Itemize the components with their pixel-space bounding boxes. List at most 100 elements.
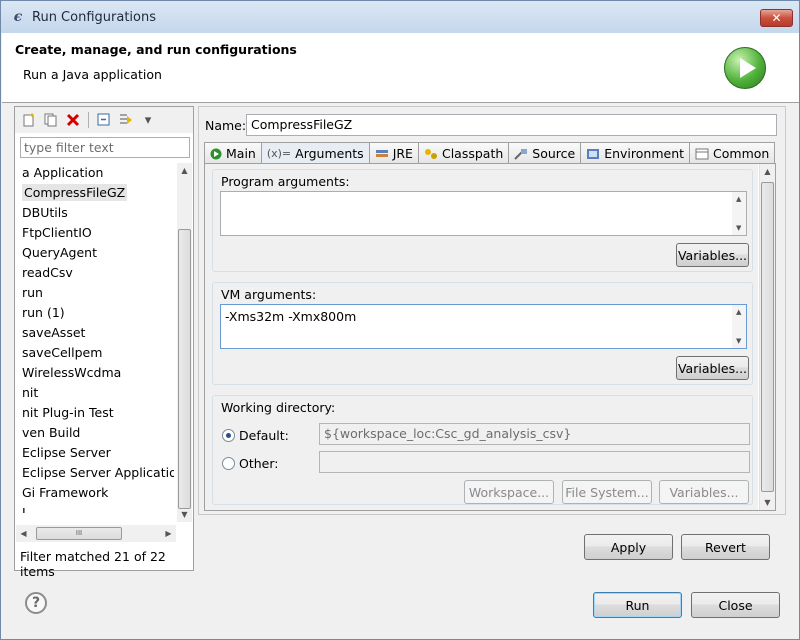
vm-variables-button[interactable]: Variables... xyxy=(676,356,749,380)
common-icon xyxy=(695,148,709,159)
duplicate-button[interactable] xyxy=(41,110,61,130)
tree-item[interactable]: Eclipse Server Application xyxy=(16,463,174,483)
arguments-scroll-area: Program arguments: ▲ ▼ Variables... VM ar… xyxy=(205,164,758,510)
environment-icon xyxy=(587,148,600,159)
banner-subtitle: Run a Java application xyxy=(23,67,162,82)
configuration-list-panel: ▾ a Application CompressFileGZ DBUtils F… xyxy=(14,106,194,579)
tree-item-selected[interactable]: CompressFileGZ xyxy=(16,183,174,203)
new-configuration-button[interactable] xyxy=(19,110,39,130)
scroll-down-icon[interactable]: ▼ xyxy=(177,507,192,522)
radio-unchecked-icon[interactable] xyxy=(222,457,235,470)
tree-item[interactable]: a Application xyxy=(16,163,174,183)
tree-item[interactable]: nit xyxy=(16,383,174,403)
toolbar-separator xyxy=(88,112,89,128)
run-icon xyxy=(724,47,766,89)
tree-item[interactable]: saveCellpem xyxy=(16,343,174,363)
scrollbar-thumb[interactable] xyxy=(178,229,191,509)
tab-source[interactable]: Source xyxy=(508,142,582,164)
arguments-vertical-scrollbar[interactable]: ▲ ▼ xyxy=(759,164,775,510)
tree-item[interactable]: Eclipse Server xyxy=(16,443,174,463)
tree-item[interactable]: DBUtils xyxy=(16,203,174,223)
dialog-banner: Create, manage, and run configurations R… xyxy=(2,33,799,103)
tree-item[interactable]: readCsv xyxy=(16,263,174,283)
tab-environment[interactable]: Environment xyxy=(580,142,691,164)
jre-icon xyxy=(375,149,388,157)
arguments-tab-content: Program arguments: ▲ ▼ Variables... VM ar… xyxy=(204,163,776,511)
tree-item[interactable]: run (1) xyxy=(16,303,174,323)
tree-item[interactable]: run xyxy=(16,283,174,303)
collapse-all-button[interactable] xyxy=(94,110,114,130)
tree-vertical-scrollbar[interactable]: ▲ ▼ xyxy=(177,163,192,522)
default-radio[interactable]: Default: xyxy=(222,428,289,443)
classpath-icon xyxy=(424,148,437,159)
textarea-scrollbar[interactable]: ▲ ▼ xyxy=(732,305,746,348)
workspace-button[interactable]: Workspace... xyxy=(464,480,554,504)
tree-item[interactable]: nit Plug-in Test xyxy=(16,403,174,423)
arguments-icon: (x)= xyxy=(266,147,292,160)
working-dir-variables-button[interactable]: Variables... xyxy=(659,480,749,504)
program-arguments-label: Program arguments: xyxy=(221,174,350,189)
tab-classpath[interactable]: Classpath xyxy=(417,142,510,164)
tree-item[interactable]: Gi Framework xyxy=(16,483,174,503)
other-radio[interactable]: Other: xyxy=(222,456,278,471)
tree-item[interactable]: saveAsset xyxy=(16,323,174,343)
source-icon xyxy=(514,148,528,160)
new-config-icon xyxy=(23,113,34,127)
help-icon[interactable]: ? xyxy=(25,592,47,614)
close-icon: ✕ xyxy=(771,11,782,25)
delete-icon xyxy=(66,113,80,127)
chevron-down-icon: ▾ xyxy=(144,112,152,128)
revert-button[interactable]: Revert xyxy=(681,534,770,560)
delete-button[interactable] xyxy=(63,110,83,130)
tree-item[interactable]: ven Build xyxy=(16,423,174,443)
tree-item[interactable]: QueryAgent xyxy=(16,243,174,263)
tab-arguments[interactable]: (x)= Arguments xyxy=(260,142,370,164)
scroll-down-icon[interactable]: ▼ xyxy=(760,495,775,510)
program-arguments-group: Program arguments: ▲ ▼ Variables... xyxy=(212,169,753,272)
scrollbar-thumb[interactable] xyxy=(761,182,774,492)
filter-input[interactable] xyxy=(20,137,190,158)
tab-main[interactable]: Main xyxy=(204,142,262,164)
tree-item[interactable]: L xyxy=(16,503,174,513)
tab-jre[interactable]: JRE xyxy=(368,142,419,164)
window-title: Run Configurations xyxy=(32,9,156,25)
tree-horizontal-scrollbar[interactable]: ◀ III ▶ xyxy=(16,525,176,542)
collapse-all-icon xyxy=(97,113,110,126)
filter-button[interactable] xyxy=(116,110,136,130)
filter-status: Filter matched 21 of 22 items xyxy=(20,549,166,579)
tree-item[interactable]: WirelessWcdma xyxy=(16,363,174,383)
configuration-editor: Name: CompressFileGZ Main (x)= Arguments… xyxy=(198,106,786,515)
banner-title: Create, manage, and run configurations xyxy=(15,42,297,57)
scroll-up-icon[interactable]: ▲ xyxy=(760,164,775,179)
tree-item[interactable]: FtpClientIO xyxy=(16,223,174,243)
apply-button[interactable]: Apply xyxy=(584,534,673,560)
window-close-button[interactable]: ✕ xyxy=(760,9,793,27)
working-directory-group: Working directory: Default: ${workspace_… xyxy=(212,395,753,505)
tab-common[interactable]: Common xyxy=(689,142,776,164)
name-label: Name: xyxy=(205,118,247,133)
name-field[interactable]: CompressFileGZ xyxy=(246,114,777,136)
program-variables-button[interactable]: Variables... xyxy=(676,243,749,267)
config-tabs: Main (x)= Arguments JRE Classpath Source… xyxy=(204,142,776,164)
eclipse-icon: ϵ xyxy=(13,9,23,25)
radio-checked-icon[interactable] xyxy=(222,429,235,442)
default-directory-field: ${workspace_loc:Csc_gd_analysis_csv} xyxy=(319,423,750,445)
scroll-up-icon[interactable]: ▲ xyxy=(177,163,192,178)
scroll-left-icon[interactable]: ◀ xyxy=(16,525,31,542)
run-configurations-dialog: ϵ Run Configurations ✕ Create, manage, a… xyxy=(0,0,800,640)
run-button[interactable]: Run xyxy=(593,592,682,618)
textarea-scrollbar[interactable]: ▲ ▼ xyxy=(732,192,746,235)
configuration-tree: a Application CompressFileGZ DBUtils Ftp… xyxy=(16,163,174,513)
filter-menu-button[interactable]: ▾ xyxy=(138,110,158,130)
close-button[interactable]: Close xyxy=(691,592,780,618)
vm-arguments-label: VM arguments: xyxy=(221,287,317,302)
vm-arguments-input[interactable]: -Xms32m -Xmx800m ▲ ▼ xyxy=(220,304,747,349)
file-system-button[interactable]: File System... xyxy=(562,480,652,504)
filter-icon xyxy=(120,114,132,124)
vm-arguments-group: VM arguments: -Xms32m -Xmx800m ▲ ▼ Variab… xyxy=(212,282,753,385)
working-directory-label: Working directory: xyxy=(221,400,336,415)
list-toolbar: ▾ xyxy=(15,107,193,133)
program-arguments-input[interactable]: ▲ ▼ xyxy=(220,191,747,236)
scrollbar-thumb[interactable]: III xyxy=(36,527,122,540)
scroll-right-icon[interactable]: ▶ xyxy=(161,525,176,542)
